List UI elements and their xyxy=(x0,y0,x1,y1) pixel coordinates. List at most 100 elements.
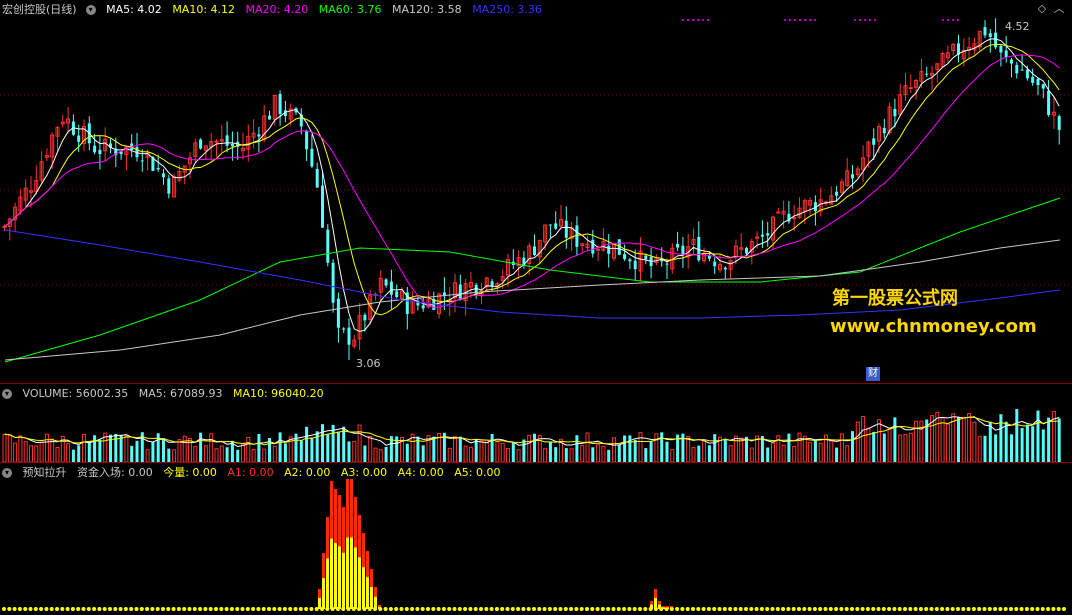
baseline-marker xyxy=(728,607,733,611)
baseline-marker xyxy=(563,607,568,611)
indicator-chart[interactable] xyxy=(0,463,1072,615)
volume-bar xyxy=(1031,426,1035,462)
candle-body xyxy=(305,130,309,150)
baseline-marker xyxy=(44,607,49,611)
candle-body xyxy=(1015,64,1019,74)
baseline-marker xyxy=(685,607,690,611)
volume-bar xyxy=(866,427,871,463)
baseline-marker xyxy=(744,607,748,611)
baseline-marker xyxy=(765,607,770,611)
baseline-marker xyxy=(950,607,955,611)
volume-bar xyxy=(649,441,653,462)
baseline-marker xyxy=(791,607,796,611)
candle-body xyxy=(347,327,351,345)
volume-bar xyxy=(766,447,770,462)
volume-bar xyxy=(728,445,733,463)
volume-bar xyxy=(479,439,484,463)
settings-toggle-icon[interactable]: ▾ xyxy=(85,5,96,15)
baseline-marker xyxy=(277,607,282,611)
baseline-marker xyxy=(834,607,839,611)
volume-bar xyxy=(861,416,866,463)
diamond-icon[interactable]: ◇ xyxy=(1036,2,1048,16)
price-legend: 宏创控股(日线) ▾ MA5: 4.02 MA10: 4.12 MA20: 4.2… xyxy=(2,2,549,18)
indicator-panel[interactable]: ▾ 预知拉升 资金入场: 0.00 今量: 0.00 A1: 0.00 A2: … xyxy=(0,462,1072,615)
signal-bar-top xyxy=(658,601,661,605)
baseline-marker xyxy=(118,607,123,611)
baseline-marker xyxy=(219,607,224,611)
signal-dot xyxy=(814,19,816,21)
baseline-marker xyxy=(489,607,494,611)
signal-dot xyxy=(942,19,944,21)
baseline-marker xyxy=(383,607,388,611)
baseline-marker xyxy=(436,607,441,611)
baseline-marker xyxy=(2,607,6,611)
watermark-url: www.chnmoney.com xyxy=(830,316,1037,337)
baseline-marker xyxy=(971,607,976,611)
baseline-marker xyxy=(1035,607,1040,611)
baseline-marker xyxy=(871,607,876,611)
candle-body xyxy=(760,234,764,237)
candle-body xyxy=(745,247,748,254)
volume-bar xyxy=(241,443,245,463)
volume-bar xyxy=(214,448,219,463)
volume-bar xyxy=(781,444,786,463)
volume-bar xyxy=(882,433,886,462)
baseline-marker xyxy=(1019,607,1024,611)
baseline-marker xyxy=(675,607,680,611)
baseline-marker xyxy=(638,607,642,611)
candle-body xyxy=(331,262,335,303)
volume-bar xyxy=(262,448,267,463)
volume-bar xyxy=(135,440,139,462)
baseline-marker xyxy=(722,607,727,611)
indicator-settings-icon[interactable]: ▾ xyxy=(2,468,12,478)
signal-bar-top xyxy=(378,605,381,607)
candle-body xyxy=(988,33,992,38)
volume-bar xyxy=(851,431,854,462)
volume-bar xyxy=(733,435,738,463)
volume-panel[interactable]: ▾ VOLUME: 56002.35 MA5: 67089.93 MA10: 9… xyxy=(0,383,1072,463)
baseline-marker xyxy=(966,607,971,611)
volume-bar xyxy=(585,432,590,463)
volume-bar xyxy=(628,435,632,462)
candle-body xyxy=(268,115,271,120)
baseline-marker xyxy=(908,607,913,611)
candle-body xyxy=(77,135,81,142)
indicator-legend: ▾ 预知拉升 资金入场: 0.00 今量: 0.00 A1: 0.00 A2: … xyxy=(2,465,508,481)
volume-bar xyxy=(749,447,754,463)
baseline-marker xyxy=(272,607,277,611)
volume-bar xyxy=(506,447,510,463)
baseline-marker xyxy=(574,607,579,611)
baseline-marker xyxy=(245,607,250,611)
volume-bar xyxy=(495,441,500,463)
volume-bar xyxy=(1036,410,1040,462)
baseline-marker xyxy=(161,607,165,611)
volume-bar xyxy=(13,442,18,463)
volume-bar xyxy=(193,446,198,463)
baseline-marker xyxy=(1009,607,1013,611)
finance-badge[interactable]: 财 xyxy=(866,367,880,381)
volume-bar xyxy=(336,431,340,462)
baseline-marker xyxy=(65,607,70,611)
baseline-marker xyxy=(60,607,65,611)
volume-bar xyxy=(55,446,60,463)
signal-bar-top xyxy=(350,479,353,538)
baseline-marker xyxy=(7,607,12,611)
volume-bar xyxy=(363,445,367,462)
volume-bar xyxy=(607,449,611,462)
signal-bar-top xyxy=(654,589,657,598)
baseline-marker xyxy=(553,607,558,611)
volume-settings-icon[interactable]: ▾ xyxy=(2,389,12,399)
baseline-marker xyxy=(770,607,775,611)
volume-bar xyxy=(654,433,659,463)
baseline-marker xyxy=(632,607,637,611)
signal-bar-top xyxy=(334,489,337,543)
volume-bar xyxy=(219,445,224,463)
volume-bar xyxy=(66,443,71,463)
baseline-marker xyxy=(956,607,960,611)
chevron-up-icon[interactable]: ︿ xyxy=(1053,2,1065,16)
volume-bar xyxy=(580,445,585,463)
baseline-marker xyxy=(267,607,271,611)
volume-bar xyxy=(342,426,346,462)
baseline-marker xyxy=(49,607,54,611)
stock-title: 宏创控股(日线) xyxy=(2,3,77,16)
